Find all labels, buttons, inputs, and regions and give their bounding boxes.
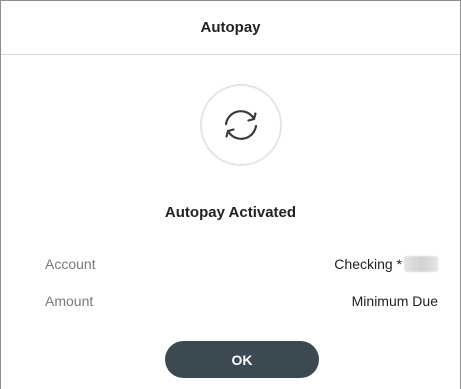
account-value: Checking *: [334, 256, 402, 272]
dialog-header: Autopay: [1, 1, 460, 55]
refresh-cycle-icon: [224, 110, 258, 140]
account-label: Account: [45, 256, 96, 272]
dialog-title: Autopay: [200, 19, 261, 36]
ok-button[interactable]: OK: [165, 341, 319, 378]
account-row: Account Checking *: [45, 256, 438, 272]
account-value-wrap: Checking *: [334, 256, 438, 272]
status-title: Autopay Activated: [164, 204, 297, 221]
amount-label: Amount: [45, 293, 94, 309]
redacted-account-digits: [404, 256, 438, 272]
status-icon-circle: [200, 84, 282, 166]
autopay-dialog: Autopay Autopay Activated Account Checki…: [0, 0, 461, 389]
amount-row: Amount Minimum Due: [45, 293, 438, 309]
amount-value: Minimum Due: [351, 293, 438, 309]
